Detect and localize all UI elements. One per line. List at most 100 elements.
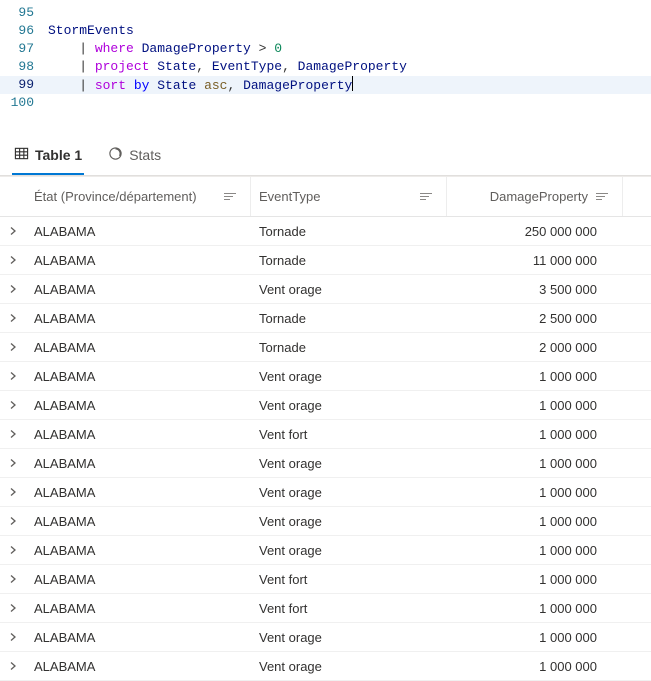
cell-event: Vent fort [251, 572, 447, 587]
table-row[interactable]: ALABAMAVent orage1 000 000 [0, 391, 651, 420]
cell-event: Vent fort [251, 601, 447, 616]
table-header-row: État (Province/département) EventType Da… [0, 177, 651, 217]
tab-table[interactable]: Table 1 [12, 140, 84, 175]
table-row[interactable]: ALABAMAVent fort1 000 000 [0, 420, 651, 449]
expand-row-icon[interactable] [0, 514, 26, 529]
table-row[interactable]: ALABAMATornade250 000 000 [0, 217, 651, 246]
code-text[interactable]: StormEvents [48, 22, 134, 40]
cell-state: ALABAMA [26, 456, 251, 471]
code-editor[interactable]: 9596StormEvents97 | where DamageProperty… [0, 0, 651, 120]
column-header-event[interactable]: EventType [251, 177, 447, 216]
column-header-damage-label: DamageProperty [490, 189, 588, 204]
column-header-damage[interactable]: DamageProperty [447, 177, 623, 216]
table-row[interactable]: ALABAMAVent orage1 000 000 [0, 536, 651, 565]
line-number: 98 [0, 58, 48, 76]
table-row[interactable]: ALABAMAVent fort1 000 000 [0, 565, 651, 594]
tab-table-label: Table 1 [35, 147, 82, 163]
table-row[interactable]: ALABAMATornade11 000 000 [0, 246, 651, 275]
cell-state: ALABAMA [26, 630, 251, 645]
expand-row-icon[interactable] [0, 224, 26, 239]
cell-state: ALABAMA [26, 398, 251, 413]
expand-row-icon[interactable] [0, 340, 26, 355]
cell-event: Vent orage [251, 630, 447, 645]
table-row[interactable]: ALABAMAVent orage1 000 000 [0, 449, 651, 478]
line-number: 99 [0, 76, 48, 94]
expand-row-icon[interactable] [0, 398, 26, 413]
code-line[interactable]: 97 | where DamageProperty > 0 [0, 40, 651, 58]
cell-event: Vent orage [251, 485, 447, 500]
cell-state: ALABAMA [26, 514, 251, 529]
code-text[interactable]: | sort by State asc, DamageProperty [48, 76, 353, 94]
cell-damage: 1 000 000 [447, 601, 623, 616]
cell-event: Vent fort [251, 427, 447, 442]
code-line[interactable]: 96StormEvents [0, 22, 651, 40]
expand-row-icon[interactable] [0, 630, 26, 645]
cell-damage: 11 000 000 [447, 253, 623, 268]
column-header-state-label: État (Province/département) [34, 189, 197, 204]
expand-row-icon[interactable] [0, 485, 26, 500]
code-text[interactable]: | where DamageProperty > 0 [48, 40, 282, 58]
cell-damage: 250 000 000 [447, 224, 623, 239]
cell-damage: 1 000 000 [447, 369, 623, 384]
cell-event: Vent orage [251, 659, 447, 674]
cell-event: Tornade [251, 224, 447, 239]
code-line[interactable]: 100 [0, 94, 651, 112]
cell-state: ALABAMA [26, 282, 251, 297]
cell-damage: 2 000 000 [447, 340, 623, 355]
expand-row-icon[interactable] [0, 282, 26, 297]
code-line[interactable]: 98 | project State, EventType, DamagePro… [0, 58, 651, 76]
cell-state: ALABAMA [26, 601, 251, 616]
line-number: 97 [0, 40, 48, 58]
table-row[interactable]: ALABAMATornade2 000 000 [0, 333, 651, 362]
cell-damage: 1 000 000 [447, 456, 623, 471]
cell-state: ALABAMA [26, 659, 251, 674]
expand-row-icon[interactable] [0, 311, 26, 326]
line-number: 95 [0, 4, 48, 22]
expand-row-icon[interactable] [0, 427, 26, 442]
tab-stats[interactable]: Stats [106, 140, 163, 175]
code-text[interactable]: | project State, EventType, DamageProper… [48, 58, 407, 76]
column-menu-icon[interactable] [420, 189, 436, 205]
expand-row-icon[interactable] [0, 572, 26, 587]
cell-state: ALABAMA [26, 572, 251, 587]
expand-row-icon[interactable] [0, 659, 26, 674]
tab-stats-label: Stats [129, 147, 161, 163]
table-row[interactable]: ALABAMATornade2 500 000 [0, 304, 651, 333]
expand-row-icon[interactable] [0, 369, 26, 384]
expand-row-icon[interactable] [0, 253, 26, 268]
table-body: ALABAMATornade250 000 000ALABAMATornade1… [0, 217, 651, 681]
table-row[interactable]: ALABAMAVent fort1 000 000 [0, 594, 651, 623]
code-line[interactable]: 95 [0, 4, 651, 22]
cell-state: ALABAMA [26, 543, 251, 558]
table-row[interactable]: ALABAMAVent orage1 000 000 [0, 362, 651, 391]
cell-event: Tornade [251, 340, 447, 355]
cell-damage: 3 500 000 [447, 282, 623, 297]
cell-damage: 1 000 000 [447, 398, 623, 413]
result-tabs: Table 1 Stats [0, 132, 651, 176]
table-row[interactable]: ALABAMAVent orage1 000 000 [0, 507, 651, 536]
column-header-state[interactable]: État (Province/département) [26, 177, 251, 216]
table-row[interactable]: ALABAMAVent orage1 000 000 [0, 478, 651, 507]
table-row[interactable]: ALABAMAVent orage3 500 000 [0, 275, 651, 304]
cell-damage: 1 000 000 [447, 514, 623, 529]
results-table: État (Province/département) EventType Da… [0, 176, 651, 681]
cell-event: Tornade [251, 253, 447, 268]
cell-damage: 1 000 000 [447, 543, 623, 558]
cell-state: ALABAMA [26, 224, 251, 239]
expand-row-icon[interactable] [0, 543, 26, 558]
cell-state: ALABAMA [26, 311, 251, 326]
code-line[interactable]: 99 | sort by State asc, DamageProperty [0, 76, 651, 94]
cell-damage: 1 000 000 [447, 427, 623, 442]
expand-row-icon[interactable] [0, 601, 26, 616]
cell-state: ALABAMA [26, 340, 251, 355]
cell-state: ALABAMA [26, 369, 251, 384]
column-menu-icon[interactable] [596, 189, 612, 205]
text-cursor [352, 76, 353, 91]
line-number: 100 [0, 94, 48, 112]
column-menu-icon[interactable] [224, 189, 240, 205]
line-number: 96 [0, 22, 48, 40]
cell-state: ALABAMA [26, 485, 251, 500]
cell-damage: 2 500 000 [447, 311, 623, 326]
expand-row-icon[interactable] [0, 456, 26, 471]
table-row[interactable]: ALABAMAVent orage1 000 000 [0, 623, 651, 652]
